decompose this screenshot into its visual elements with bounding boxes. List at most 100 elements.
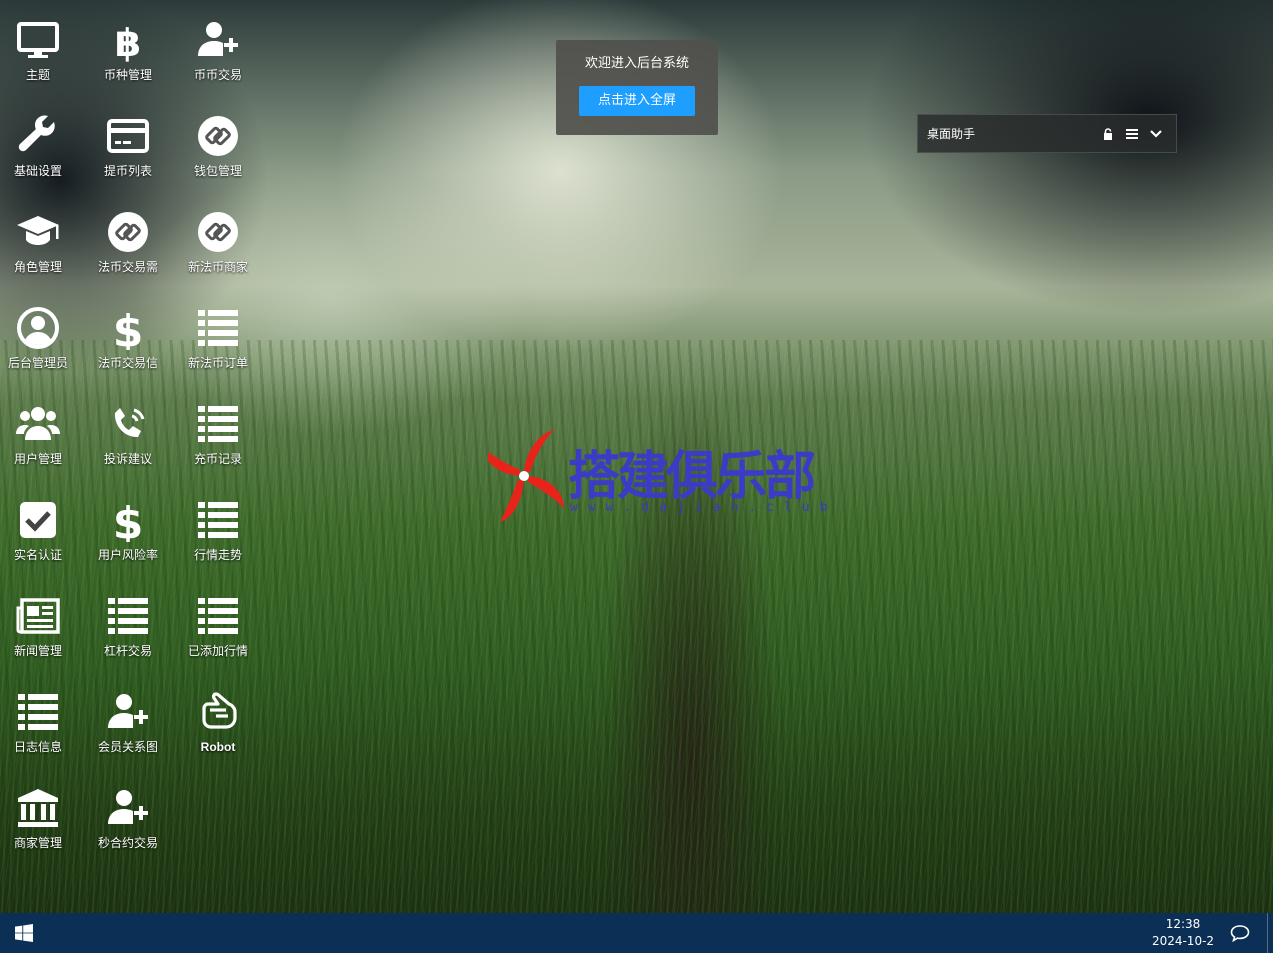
desktop-icon-4[interactable]: 基础设置 <box>0 96 83 188</box>
desktop-icon-8[interactable]: 法币交易需 <box>83 192 173 284</box>
desktop-icon-3[interactable]: 币币交易 <box>173 0 263 92</box>
chat-bubble-icon[interactable] <box>1226 921 1254 945</box>
dollar-icon: $ <box>104 304 152 352</box>
desktop-icon-label: 币币交易 <box>193 68 242 82</box>
credit-card-icon <box>104 112 152 160</box>
user-plus-icon <box>104 784 152 832</box>
list-icon <box>14 688 62 736</box>
welcome-title: 欢迎进入后台系统 <box>584 56 689 71</box>
desktop-icon-2[interactable]: ฿ 币种管理 <box>83 0 173 92</box>
watermark-subtext: www.dajian.club <box>570 500 838 515</box>
desktop-icon-label: 法币交易需 <box>97 260 158 274</box>
desktop-icon-label: 新闻管理 <box>13 644 62 658</box>
user-circle-icon <box>14 304 62 352</box>
desktop-icon-label: 行情走势 <box>193 548 242 562</box>
desktop-icon-6[interactable]: 钱包管理 <box>173 96 263 188</box>
desktop-icon-19[interactable]: 新闻管理 <box>0 576 83 668</box>
desktop-icon-label: 投诉建议 <box>103 452 152 466</box>
svg-text:$: $ <box>113 306 144 350</box>
clock-date: 2024-10-2 <box>1151 934 1215 948</box>
check-square-icon <box>14 496 62 544</box>
user-plus-icon <box>194 16 242 64</box>
menu-icon[interactable] <box>1120 122 1144 146</box>
show-desktop-button[interactable] <box>1267 913 1273 953</box>
phone-volume-icon <box>104 400 152 448</box>
chevron-down-icon[interactable] <box>1144 122 1168 146</box>
desktop-icon-23[interactable]: 会员关系图 <box>83 672 173 764</box>
fullscreen-button[interactable]: 点击进入全屏 <box>579 86 695 116</box>
newspaper-icon <box>14 592 62 640</box>
monitor-icon <box>14 16 62 64</box>
desktop-icon-15[interactable]: 充币记录 <box>173 384 263 476</box>
desktop-icon-label: 会员关系图 <box>97 740 158 754</box>
bank-icon <box>14 784 62 832</box>
welcome-dialog: 欢迎进入后台系统 点击进入全屏 <box>556 40 718 135</box>
desktop-icon-17[interactable]: $ 用户风险率 <box>83 480 173 572</box>
list-icon <box>194 304 242 352</box>
list-icon <box>194 592 242 640</box>
desktop-icon-label: 实名认证 <box>13 548 62 562</box>
desktop-icon-7[interactable]: 角色管理 <box>0 192 83 284</box>
users-icon <box>14 400 62 448</box>
desktop-icon-label: 充币记录 <box>193 452 242 466</box>
desktop-icon-26[interactable]: 秒合约交易 <box>83 768 173 860</box>
desktop-icon-22[interactable]: 日志信息 <box>0 672 83 764</box>
graduation-cap-icon <box>14 208 62 256</box>
desktop-icon-label: 后台管理员 <box>7 356 68 370</box>
desktop-icon-label: 用户管理 <box>13 452 62 466</box>
desktop-icon-label: 已添加行情 <box>187 644 248 658</box>
list-icon <box>104 592 152 640</box>
desktop-icon-label: 商家管理 <box>13 836 62 850</box>
desktop-helper-title: 桌面助手 <box>927 127 976 141</box>
desktop-icon-label: 提币列表 <box>103 164 152 178</box>
desktop-icon-16[interactable]: 实名认证 <box>0 480 83 572</box>
link-circle-icon <box>194 112 242 160</box>
desktop-icon-label: 用户风险率 <box>97 548 158 562</box>
taskbar-clock[interactable]: 12:38 2024-10-2 <box>1143 913 1223 953</box>
desktop-icon-1[interactable]: 主题 <box>0 0 83 92</box>
desktop-icon-label: 基础设置 <box>13 164 62 178</box>
svg-text:$: $ <box>113 498 144 542</box>
watermark-text: 搭建俱乐部 <box>568 446 816 507</box>
link-circle-icon <box>194 208 242 256</box>
desktop-icon-label: 主题 <box>25 68 50 82</box>
svg-text:฿: ฿ <box>115 21 141 62</box>
list-icon <box>194 400 242 448</box>
clock-time: 12:38 <box>1165 917 1201 931</box>
desktop-icon-label: Robot <box>200 740 236 754</box>
desktop-icon-label: 新法币订单 <box>187 356 248 370</box>
desktop-helper: 桌面助手 <box>917 114 1177 153</box>
dollar-icon: $ <box>104 496 152 544</box>
desktop-icon-label: 法币交易信 <box>97 356 158 370</box>
user-plus-icon <box>104 688 152 736</box>
desktop-icon-11[interactable]: $ 法币交易信 <box>83 288 173 380</box>
lock-icon[interactable] <box>1096 122 1120 146</box>
windows-icon[interactable] <box>0 913 48 953</box>
desktop-icon-label: 秒合约交易 <box>97 836 158 850</box>
pinwheel-logo-icon <box>488 430 564 522</box>
desktop-icon-label: 钱包管理 <box>193 164 242 178</box>
desktop-icon-10[interactable]: 后台管理员 <box>0 288 83 380</box>
taskbar: 12:38 2024-10-2 <box>0 913 1273 953</box>
bitcoin-icon: ฿ <box>104 16 152 64</box>
desktop-icon-9[interactable]: 新法币商家 <box>173 192 263 284</box>
watermark-logo: 搭建俱乐部 www.dajian.club <box>488 428 827 524</box>
desktop-icon-12[interactable]: 新法币订单 <box>173 288 263 380</box>
desktop-icon-label: 杠杆交易 <box>103 644 152 658</box>
desktop-icon-13[interactable]: 用户管理 <box>0 384 83 476</box>
desktop-icon-label: 新法币商家 <box>187 260 248 274</box>
hand-peace-icon <box>194 688 242 736</box>
desktop-icon-label: 币种管理 <box>103 68 152 82</box>
desktop-icon-24[interactable]: Robot <box>173 672 263 764</box>
link-circle-icon <box>104 208 152 256</box>
desktop-icon-25[interactable]: 商家管理 <box>0 768 83 860</box>
desktop-icon-label: 角色管理 <box>13 260 62 274</box>
desktop-icon-18[interactable]: 行情走势 <box>173 480 263 572</box>
desktop-icon-5[interactable]: 提币列表 <box>83 96 173 188</box>
wrench-icon <box>14 112 62 160</box>
desktop-icon-14[interactable]: 投诉建议 <box>83 384 173 476</box>
list-icon <box>194 496 242 544</box>
desktop-icon-21[interactable]: 已添加行情 <box>173 576 263 668</box>
desktop-icon-20[interactable]: 杠杆交易 <box>83 576 173 668</box>
desktop-icon-label: 日志信息 <box>13 740 62 754</box>
